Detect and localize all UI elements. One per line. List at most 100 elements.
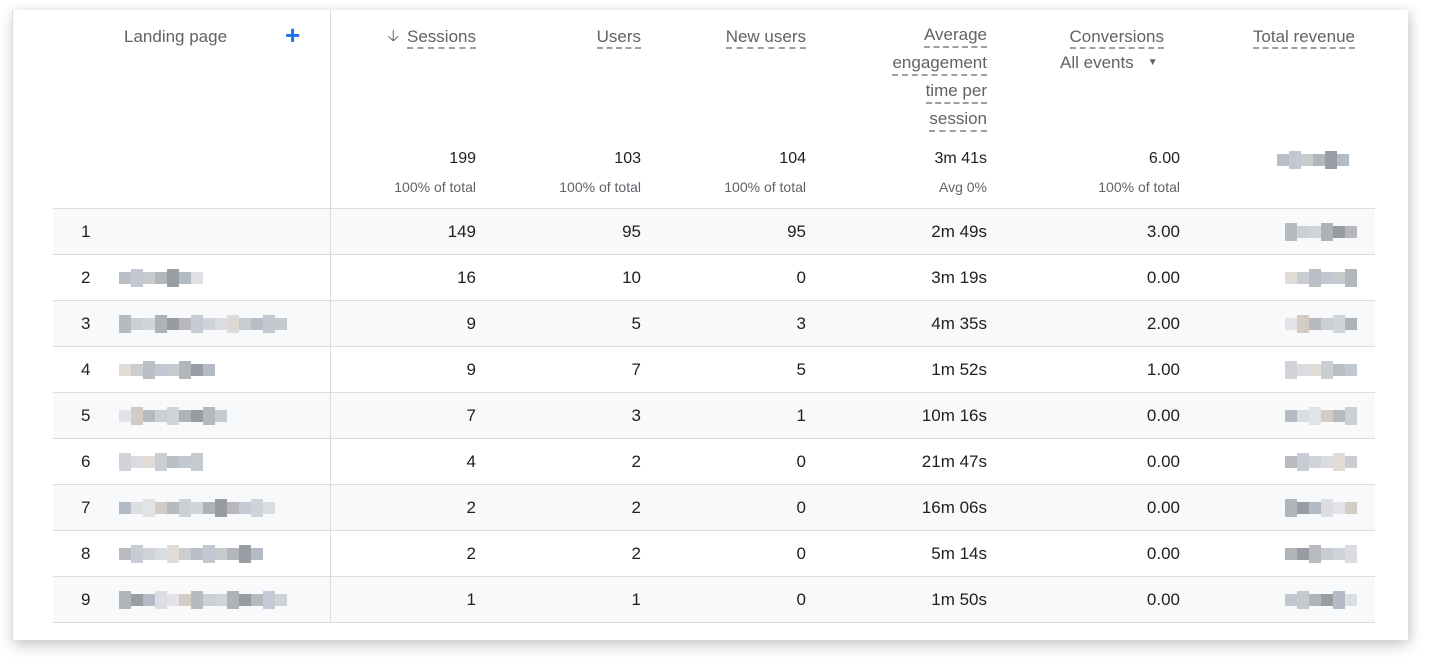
users-column-header[interactable]: Users [596, 24, 641, 49]
landing-page-redacted[interactable] [119, 496, 275, 520]
redacted-pixel [1297, 272, 1309, 284]
redacted-pixel [1297, 453, 1309, 471]
new-users-total-percent: 100% of total [724, 179, 806, 195]
table-row[interactable]: 2 16 10 0 3m 19s 0.00 [53, 255, 1375, 301]
redacted-pixel [239, 545, 251, 563]
redacted-pixel [155, 315, 167, 333]
redacted-pixel [251, 499, 263, 517]
redacted-pixel [167, 502, 179, 514]
avg-engagement-cell: 1m 52s [931, 360, 987, 379]
redacted-pixel [179, 272, 191, 284]
total-revenue-total-redacted [1277, 148, 1349, 172]
new-users-header-label[interactable]: New users [725, 27, 806, 49]
redacted-pixel [1285, 499, 1297, 517]
landing-page-redacted[interactable] [119, 542, 263, 566]
redacted-pixel [119, 502, 131, 514]
table-row[interactable]: 7 2 2 0 16m 06s 0.00 [53, 485, 1375, 531]
sessions-cell: 1 [466, 590, 476, 609]
redacted-pixel [1277, 154, 1289, 166]
redacted-pixel [1309, 502, 1321, 514]
redacted-pixel [119, 548, 131, 560]
redacted-pixel [155, 548, 167, 560]
avg-engagement-header-line[interactable]: Average [923, 23, 987, 48]
new-users-cell: 0 [796, 498, 806, 517]
redacted-pixel [131, 456, 143, 468]
redacted-pixel [1321, 410, 1333, 422]
avg-engagement-header-line[interactable]: session [929, 107, 987, 132]
redacted-pixel [1309, 226, 1321, 238]
conversions-event-dropdown[interactable]: All events ▼ [1060, 53, 1158, 73]
sessions-cell: 9 [466, 314, 476, 333]
table-row[interactable]: 3 9 5 3 4m 35s 2.00 [53, 301, 1375, 347]
avg-engagement-total-sub: Avg 0% [939, 179, 987, 195]
redacted-pixel [227, 548, 239, 560]
table-row[interactable]: 5 7 3 1 10m 16s 0.00 [53, 393, 1375, 439]
redacted-pixel [167, 407, 179, 425]
landing-page-redacted[interactable] [119, 404, 227, 428]
redacted-pixel [1309, 594, 1321, 606]
redacted-pixel [119, 315, 131, 333]
redacted-pixel [1325, 151, 1337, 169]
redacted-pixel [263, 591, 275, 609]
total-revenue-redacted [1285, 542, 1357, 566]
redacted-pixel [191, 591, 203, 609]
redacted-pixel [155, 364, 167, 376]
redacted-pixel [191, 315, 203, 333]
table-row[interactable]: 4 9 7 5 1m 52s 1.00 [53, 347, 1375, 393]
landing-page-column-header[interactable]: Landing page [124, 27, 227, 47]
redacted-pixel [1333, 226, 1345, 238]
landing-page-redacted[interactable] [119, 450, 203, 474]
avg-engagement-cell: 2m 49s [931, 222, 987, 241]
total-revenue-redacted [1285, 588, 1357, 612]
redacted-pixel [1321, 223, 1333, 241]
new-users-cell: 0 [796, 268, 806, 287]
redacted-pixel [119, 364, 131, 376]
redacted-pixel [263, 315, 275, 333]
sessions-cell: 9 [466, 360, 476, 379]
total-revenue-column-header[interactable]: Total revenue [1252, 24, 1355, 49]
redacted-pixel [131, 318, 143, 330]
avg-engagement-cell: 3m 19s [931, 268, 987, 287]
table-row[interactable]: 8 2 2 0 5m 14s 0.00 [53, 531, 1375, 577]
avg-engagement-header-line[interactable]: time per [925, 79, 987, 104]
landing-page-redacted[interactable] [119, 358, 215, 382]
conversions-header-label[interactable]: Conversions [1069, 27, 1164, 49]
landing-page-redacted[interactable] [119, 312, 287, 336]
avg-engagement-header-line[interactable]: engagement [892, 51, 987, 76]
users-cell: 2 [631, 452, 641, 471]
redacted-pixel [191, 548, 203, 560]
table-row[interactable]: 6 4 2 0 21m 47s 0.00 [53, 439, 1375, 485]
sessions-header-label[interactable]: Sessions [407, 27, 476, 49]
redacted-pixel [239, 502, 251, 514]
total-revenue-header-label[interactable]: Total revenue [1252, 27, 1355, 49]
sessions-column-header[interactable]: 🡣 Sessions [388, 24, 476, 52]
redacted-pixel [203, 407, 215, 425]
new-users-column-header[interactable]: New users [725, 24, 806, 49]
redacted-pixel [239, 594, 251, 606]
landing-page-redacted[interactable] [119, 266, 203, 290]
conversions-column-header[interactable]: Conversions [1069, 24, 1164, 49]
total-revenue-redacted [1285, 312, 1357, 336]
conversions-cell: 0.00 [1146, 406, 1180, 425]
avg-engagement-column-header[interactable]: Average engagement time per session [892, 22, 987, 134]
redacted-pixel [1345, 407, 1357, 425]
redacted-pixel [143, 410, 155, 422]
redacted-pixel [131, 407, 143, 425]
users-header-label[interactable]: Users [596, 27, 641, 49]
redacted-pixel [179, 456, 191, 468]
redacted-pixel [227, 315, 239, 333]
redacted-pixel [1297, 226, 1309, 238]
arrow-down-icon[interactable]: 🡣 [388, 25, 400, 52]
plus-icon[interactable]: + [285, 22, 300, 48]
row-index: 1 [81, 222, 91, 241]
redacted-pixel [167, 545, 179, 563]
avg-engagement-cell: 4m 35s [931, 314, 987, 333]
sessions-cell: 16 [457, 268, 476, 287]
redacted-pixel [1333, 410, 1345, 422]
conversions-cell: 0.00 [1146, 452, 1180, 471]
redacted-pixel [1345, 594, 1357, 606]
table-row[interactable]: 9 1 1 0 1m 50s 0.00 [53, 577, 1375, 623]
landing-page-redacted[interactable] [119, 588, 287, 612]
redacted-pixel [1297, 548, 1309, 560]
table-row[interactable]: 1 149 95 95 2m 49s 3.00 [53, 209, 1375, 255]
